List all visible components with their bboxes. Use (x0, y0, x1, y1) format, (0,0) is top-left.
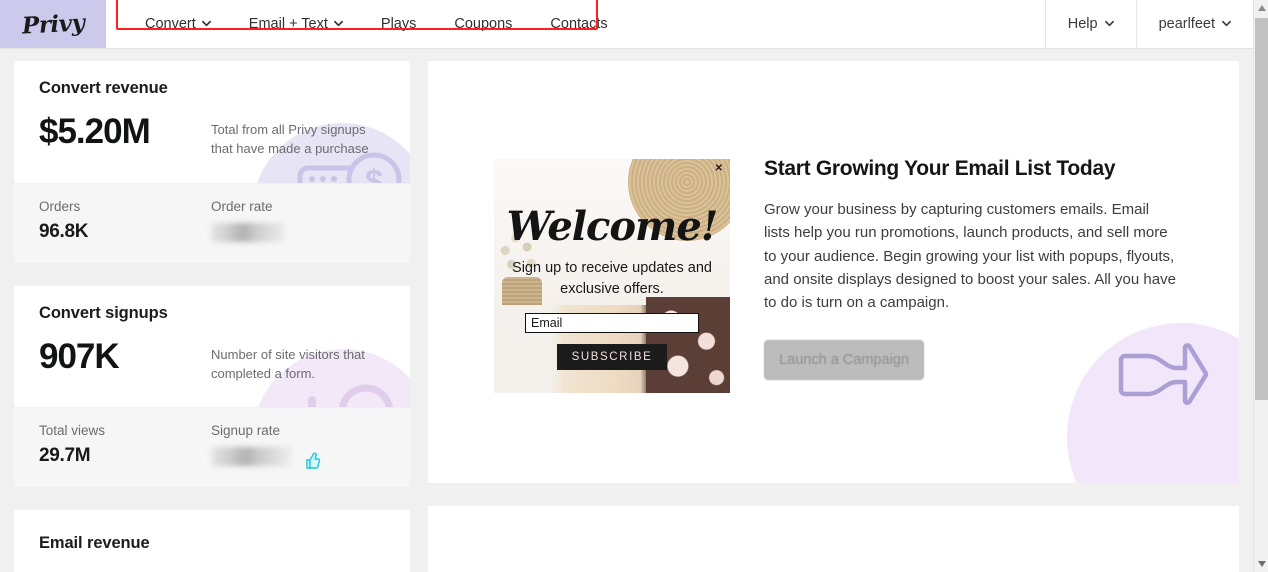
popup-headline: Welcome! (506, 203, 719, 250)
convert-signups-value: 907K (39, 336, 120, 376)
scroll-up-arrow-icon[interactable] (1254, 0, 1268, 16)
promo-column: ✕ Welcome! Sign up to receive updates an… (428, 61, 1239, 572)
nav-item-contacts[interactable]: Contacts (531, 10, 626, 38)
thumbs-up-icon (302, 451, 322, 471)
promo-heading: Start Growing Your Email List Today (764, 157, 1116, 180)
card-convert-revenue: $ Convert revenue $5.20M Total from all … (14, 61, 410, 263)
card-secondary-metrics: Total views 29.7M Signup rate (14, 407, 410, 488)
redacted-value (211, 447, 291, 467)
card-primary-metric: $5.20M Total from all Privy signups that… (14, 98, 410, 183)
header-right-actions: Help pearlfeet (1044, 0, 1253, 48)
metric-order-rate-label: Order rate (211, 198, 273, 214)
nav-item-list: Convert Email + Text Plays Coupons Conta… (116, 10, 627, 38)
nav-item-convert[interactable]: Convert (126, 10, 230, 38)
chevron-down-icon (201, 19, 211, 28)
metric-order-rate-value (211, 221, 385, 246)
card-title: Email revenue (39, 534, 150, 553)
nav-item-plays[interactable]: Plays (362, 10, 435, 38)
metric-total-views-label: Total views (39, 423, 106, 439)
nav-item-coupons[interactable]: Coupons (435, 10, 531, 38)
app-header: Privy Convert Email + Text Plays Coupons (0, 0, 1253, 49)
popup-subtext: Sign up to receive updates and exclusive… (512, 260, 712, 297)
metrics-column: $ Convert revenue $5.20M Total from all … (14, 61, 410, 572)
account-menu[interactable]: pearlfeet (1135, 0, 1253, 48)
chevron-down-icon (1104, 19, 1114, 28)
chevron-down-icon (333, 19, 343, 28)
metric-orders-label: Orders (39, 198, 81, 214)
popup-subscribe-button[interactable]: SUBSCRIBE (557, 344, 667, 371)
nav-item-email-text-label: Email + Text (248, 16, 328, 32)
metric-orders: Orders 96.8K (39, 199, 211, 246)
convert-signups-description: Number of site visitors that completed a… (211, 346, 365, 381)
nav-item-convert-label: Convert (145, 16, 196, 32)
convert-revenue-value: $5.20M (39, 112, 151, 151)
nav-item-email-text[interactable]: Email + Text (230, 10, 362, 38)
popup-email-input[interactable]: Email (525, 313, 699, 334)
metric-orders-value: 96.8K (39, 220, 89, 242)
nav-item-plays-label: Plays (380, 16, 417, 32)
account-menu-label: pearlfeet (1158, 16, 1215, 32)
metric-total-views-value: 29.7M (39, 445, 91, 467)
scroll-down-arrow-icon[interactable] (1254, 556, 1268, 572)
help-menu[interactable]: Help (1044, 0, 1136, 48)
nav-item-coupons-label: Coupons (454, 16, 513, 32)
card-primary-metric: 907K Number of site visitors that comple… (14, 323, 410, 408)
card-title: Convert revenue (39, 79, 168, 97)
promo-copy: Start Growing Your Email List Today Grow… (764, 151, 1176, 381)
metric-signup-rate: Signup rate (211, 423, 385, 470)
metric-total-views: Total views 29.7M (39, 423, 211, 470)
dashboard-body: $ Convert revenue $5.20M Total from all … (0, 49, 1253, 572)
privy-logo-wordmark: Privy (21, 8, 85, 40)
redacted-value (211, 222, 285, 242)
card-secondary-metrics: Orders 96.8K Order rate (14, 182, 410, 263)
card-title: Convert signups (39, 303, 168, 322)
launch-campaign-button[interactable]: Launch a Campaign (764, 340, 924, 381)
card-email-revenue: Email revenue (14, 510, 410, 572)
nav-item-contacts-label: Contacts (550, 16, 608, 32)
popup-preview-thumbnail[interactable]: ✕ Welcome! Sign up to receive updates an… (494, 159, 730, 393)
popup-preview-overlay: ✕ Welcome! Sign up to receive updates an… (494, 159, 730, 393)
close-icon[interactable]: ✕ (715, 164, 723, 174)
chevron-down-icon (1222, 19, 1231, 28)
metric-signup-rate-label: Signup rate (211, 423, 281, 439)
scrollbar-thumb[interactable] (1255, 18, 1268, 400)
primary-nav: Convert Email + Text Plays Coupons Conta… (116, 0, 627, 48)
convert-revenue-description: Total from all Privy signups that have m… (211, 122, 369, 156)
help-menu-label: Help (1067, 16, 1098, 32)
card-convert-signups: Convert signups 907K Number of site visi… (14, 285, 410, 488)
promo-panel: ✕ Welcome! Sign up to receive updates an… (428, 61, 1239, 483)
privy-logo[interactable]: Privy (0, 0, 106, 48)
secondary-promo-panel (428, 506, 1239, 572)
metric-signup-rate-value (211, 445, 385, 470)
metric-order-rate: Order rate (211, 199, 385, 246)
promo-body-text: Grow your business by capturing customer… (764, 201, 1176, 311)
promo-content: ✕ Welcome! Sign up to receive updates an… (428, 151, 1176, 393)
vertical-scrollbar[interactable] (1253, 0, 1268, 572)
